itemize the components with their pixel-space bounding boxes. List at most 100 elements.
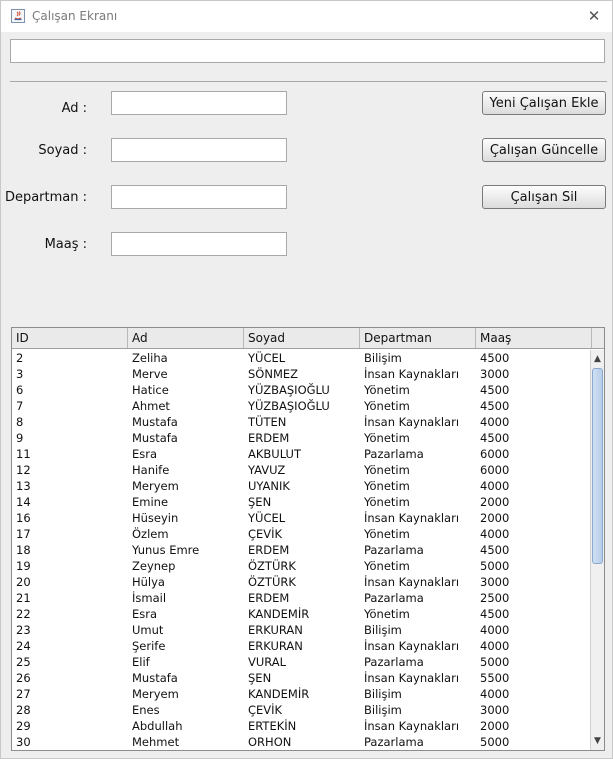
cell-maas[interactable]: 5000 xyxy=(476,734,590,750)
cell-soyad[interactable]: ÖZTÜRK xyxy=(244,574,360,590)
cell-soyad[interactable]: AKBULUT xyxy=(244,446,360,462)
table-row[interactable]: 7 Ahmet YÜZBAŞIOĞLU Yönetim 4500 xyxy=(12,398,590,414)
cell-departman[interactable]: Pazarlama xyxy=(360,734,476,750)
cell-maas[interactable]: 2000 xyxy=(476,510,590,526)
cell-departman[interactable]: İnsan Kaynakları xyxy=(360,366,476,382)
cell-id[interactable]: 18 xyxy=(12,542,128,558)
cell-id[interactable]: 26 xyxy=(12,670,128,686)
cell-soyad[interactable]: ERKURAN xyxy=(244,622,360,638)
table-row[interactable]: 25 Elif VURAL Pazarlama 5000 xyxy=(12,654,590,670)
cell-soyad[interactable]: KANDEMİR xyxy=(244,686,360,702)
cell-maas[interactable]: 4000 xyxy=(476,526,590,542)
table-row[interactable]: 9 Mustafa ERDEM Yönetim 4500 xyxy=(12,430,590,446)
cell-soyad[interactable]: ŞEN xyxy=(244,494,360,510)
cell-maas[interactable]: 4000 xyxy=(476,622,590,638)
cell-maas[interactable]: 4500 xyxy=(476,606,590,622)
table-row[interactable]: 13 Meryem UYANIK Yönetim 4000 xyxy=(12,478,590,494)
table-row[interactable]: 11 Esra AKBULUT Pazarlama 6000 xyxy=(12,446,590,462)
cell-ad[interactable]: Umut xyxy=(128,622,244,638)
cell-maas[interactable]: 4500 xyxy=(476,430,590,446)
table-row[interactable]: 27 Meryem KANDEMİR Bilişim 4000 xyxy=(12,686,590,702)
column-header-id[interactable]: ID xyxy=(12,328,128,348)
cell-ad[interactable]: Mehmet xyxy=(128,734,244,750)
cell-maas[interactable]: 3000 xyxy=(476,702,590,718)
cell-soyad[interactable]: YÜCEL xyxy=(244,350,360,366)
cell-id[interactable]: 14 xyxy=(12,494,128,510)
maas-field[interactable] xyxy=(111,232,287,256)
table-row[interactable]: 18 Yunus Emre ERDEM Pazarlama 4500 xyxy=(12,542,590,558)
cell-departman[interactable]: İnsan Kaynakları xyxy=(360,670,476,686)
cell-maas[interactable]: 5000 xyxy=(476,654,590,670)
cell-ad[interactable]: Meryem xyxy=(128,686,244,702)
cell-soyad[interactable]: ÇEVİK xyxy=(244,526,360,542)
column-header-ad[interactable]: Ad xyxy=(128,328,244,348)
cell-maas[interactable]: 4500 xyxy=(476,350,590,366)
table-row[interactable]: 23 Umut ERKURAN Bilişim 4000 xyxy=(12,622,590,638)
cell-maas[interactable]: 5500 xyxy=(476,670,590,686)
column-header-maas[interactable]: Maaş xyxy=(476,328,592,348)
cell-departman[interactable]: Pazarlama xyxy=(360,446,476,462)
cell-id[interactable]: 23 xyxy=(12,622,128,638)
cell-maas[interactable]: 6000 xyxy=(476,462,590,478)
cell-id[interactable]: 27 xyxy=(12,686,128,702)
scroll-thumb[interactable] xyxy=(592,368,603,564)
cell-ad[interactable]: Esra xyxy=(128,446,244,462)
table-row[interactable]: 8 Mustafa TÜTEN İnsan Kaynakları 4000 xyxy=(12,414,590,430)
cell-departman[interactable]: Bilişim xyxy=(360,350,476,366)
cell-soyad[interactable]: TÜTEN xyxy=(244,414,360,430)
cell-maas[interactable]: 4000 xyxy=(476,638,590,654)
cell-departman[interactable]: Yönetim xyxy=(360,558,476,574)
ad-field[interactable] xyxy=(111,91,287,115)
table-row[interactable]: 6 Hatice YÜZBAŞIOĞLU Yönetim 4500 xyxy=(12,382,590,398)
cell-soyad[interactable]: ERDEM xyxy=(244,590,360,606)
cell-soyad[interactable]: YÜZBAŞIOĞLU xyxy=(244,398,360,414)
cell-id[interactable]: 28 xyxy=(12,702,128,718)
cell-id[interactable]: 19 xyxy=(12,558,128,574)
cell-ad[interactable]: Meryem xyxy=(128,478,244,494)
table-row[interactable]: 22 Esra KANDEMİR Yönetim 4500 xyxy=(12,606,590,622)
cell-soyad[interactable]: ŞEN xyxy=(244,670,360,686)
cell-ad[interactable]: Mustafa xyxy=(128,414,244,430)
cell-departman[interactable]: İnsan Kaynakları xyxy=(360,718,476,734)
scroll-down-icon[interactable]: ▼ xyxy=(591,734,604,748)
cell-soyad[interactable]: ERDEM xyxy=(244,430,360,446)
cell-maas[interactable]: 6000 xyxy=(476,446,590,462)
cell-departman[interactable]: Bilişim xyxy=(360,622,476,638)
table-row[interactable]: 24 Şerife ERKURAN İnsan Kaynakları 4000 xyxy=(12,638,590,654)
table-row[interactable]: 14 Emine ŞEN Yönetim 2000 xyxy=(12,494,590,510)
cell-maas[interactable]: 3000 xyxy=(476,574,590,590)
cell-id[interactable]: 22 xyxy=(12,606,128,622)
cell-maas[interactable]: 2000 xyxy=(476,718,590,734)
cell-soyad[interactable]: VURAL xyxy=(244,654,360,670)
scroll-up-icon[interactable]: ▲ xyxy=(591,352,604,366)
cell-id[interactable]: 8 xyxy=(12,414,128,430)
cell-soyad[interactable]: ORHON xyxy=(244,734,360,750)
vertical-scrollbar[interactable]: ▲ ▼ xyxy=(590,350,604,750)
cell-maas[interactable]: 4000 xyxy=(476,686,590,702)
cell-maas[interactable]: 2500 xyxy=(476,590,590,606)
cell-ad[interactable]: Zeynep xyxy=(128,558,244,574)
cell-id[interactable]: 24 xyxy=(12,638,128,654)
title-bar[interactable]: Çalışan Ekranı ✕ xyxy=(1,1,612,32)
cell-id[interactable]: 16 xyxy=(12,510,128,526)
cell-id[interactable]: 12 xyxy=(12,462,128,478)
cell-id[interactable]: 6 xyxy=(12,382,128,398)
cell-soyad[interactable]: YÜCEL xyxy=(244,510,360,526)
cell-ad[interactable]: İsmail xyxy=(128,590,244,606)
cell-departman[interactable]: Bilişim xyxy=(360,702,476,718)
cell-departman[interactable]: İnsan Kaynakları xyxy=(360,414,476,430)
cell-departman[interactable]: Yönetim xyxy=(360,462,476,478)
cell-soyad[interactable]: YAVUZ xyxy=(244,462,360,478)
cell-maas[interactable]: 4500 xyxy=(476,398,590,414)
table-row[interactable]: 21 İsmail ERDEM Pazarlama 2500 xyxy=(12,590,590,606)
cell-soyad[interactable]: SÖNMEZ xyxy=(244,366,360,382)
cell-departman[interactable]: Yönetim xyxy=(360,478,476,494)
close-icon[interactable]: ✕ xyxy=(582,5,606,27)
cell-soyad[interactable]: ERKURAN xyxy=(244,638,360,654)
departman-field[interactable] xyxy=(111,185,287,209)
table-row[interactable]: 3 Merve SÖNMEZ İnsan Kaynakları 3000 xyxy=(12,366,590,382)
table-row[interactable]: 29 Abdullah ERTEKİN İnsan Kaynakları 2000 xyxy=(12,718,590,734)
cell-departman[interactable]: Yönetim xyxy=(360,382,476,398)
cell-ad[interactable]: Yunus Emre xyxy=(128,542,244,558)
table-row[interactable]: 30 Mehmet ORHON Pazarlama 5000 xyxy=(12,734,590,750)
